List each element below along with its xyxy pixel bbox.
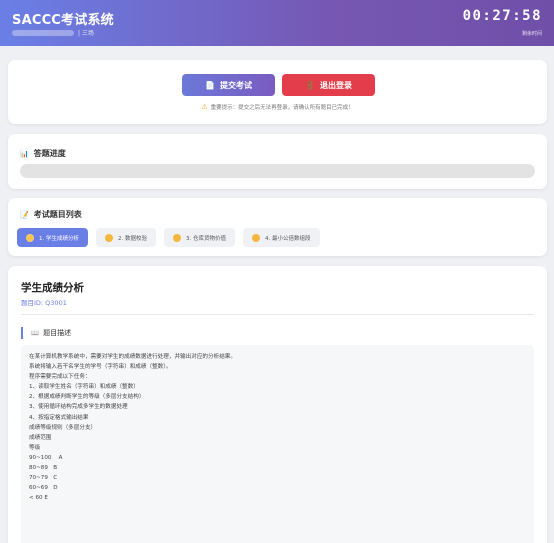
submit-exam-button[interactable]: 📄 提交考试 bbox=[182, 74, 275, 96]
question-tab-label: 4. 最小公倍数组段 bbox=[265, 235, 311, 242]
door-icon: 🚪 bbox=[305, 80, 315, 90]
status-dot-icon bbox=[252, 233, 260, 242]
description-line: 等级 bbox=[29, 444, 41, 451]
question-tab-label: 3. 仓库货物价值 bbox=[186, 235, 226, 242]
timer-label: 剩余时间 bbox=[521, 31, 542, 37]
question-title: 学生成绩分析 bbox=[21, 282, 84, 294]
user-info: | 三场 bbox=[12, 28, 94, 37]
status-dot-icon bbox=[105, 233, 113, 242]
warning-text: 重要提示：提交之后无法再登录，请确认所有题目已完成！ bbox=[210, 105, 354, 111]
description-line: 成绩等级规则（多层分支） bbox=[29, 424, 97, 431]
progress-card: 📊 答题进度 bbox=[8, 134, 547, 189]
description-heading-text: 题目描述 bbox=[43, 329, 72, 337]
description-line: 70~79 C bbox=[29, 475, 58, 482]
app-header: SACCC考试系统 | 三场 00:27:58 剩余时间 bbox=[0, 0, 554, 46]
description-line: 成绩范围 bbox=[29, 434, 52, 441]
logout-button[interactable]: 🚪 退出登录 bbox=[282, 74, 375, 96]
description-line: 2、根据成绩判断学生的等级（多层分支结构） bbox=[29, 394, 145, 401]
question-detail-card: 学生成绩分析 题目ID: Q3001 📖 题目描述 在某计算机教学系统中，需要对… bbox=[8, 266, 547, 543]
status-dot-icon bbox=[26, 233, 34, 242]
user-name-redacted bbox=[12, 29, 74, 36]
description-line: 3、使用循环结构完成多学生的数据处理 bbox=[29, 404, 128, 411]
description-line: 80~89 B bbox=[29, 465, 58, 472]
description-line: 系统将输入若干名学生的学号（字符串）和成绩（整数）。 bbox=[29, 364, 172, 371]
progress-title-text: 答题进度 bbox=[33, 149, 66, 158]
question-tab-label: 1. 学生成绩分析 bbox=[39, 235, 79, 242]
progress-title: 📊 答题进度 bbox=[20, 148, 66, 159]
question-tab-3[interactable]: 3. 仓库货物价值 bbox=[164, 228, 235, 247]
description-line: 90~100 A bbox=[29, 454, 63, 461]
question-list-card: 📝 考试题目列表 1. 学生成绩分析 2. 数据校验 3. 仓库货物价值 4. … bbox=[8, 198, 547, 256]
countdown-timer: 00:27:58 bbox=[462, 8, 542, 24]
submit-exam-label: 提交考试 bbox=[219, 80, 252, 90]
action-card: 📄 提交考试 🚪 退出登录 ⚠ 重要提示：提交之后无法再登录，请确认所有题目已完成… bbox=[8, 60, 547, 124]
app-title: SACCC考试系统 bbox=[12, 13, 114, 28]
description-line: < 60 E bbox=[29, 495, 48, 502]
description-body: 在某计算机教学系统中，需要对学生的成绩数据进行处理，并输出对应的分析结果。 系统… bbox=[21, 345, 534, 543]
description-line: 程序需要完成以下任务： bbox=[29, 374, 91, 381]
user-session-label: | 三场 bbox=[78, 30, 94, 37]
submit-warning: ⚠ 重要提示：提交之后无法再登录，请确认所有题目已完成！ bbox=[8, 103, 547, 111]
divider bbox=[21, 314, 534, 315]
question-tab-2[interactable]: 2. 数据校验 bbox=[96, 228, 156, 247]
status-dot-icon bbox=[173, 233, 181, 242]
progress-bar bbox=[20, 164, 535, 178]
question-id: 题目ID: Q3001 bbox=[21, 299, 67, 307]
document-icon: 📄 bbox=[205, 80, 215, 90]
question-list-title: 📝 考试题目列表 bbox=[20, 209, 82, 220]
question-list-title-text: 考试题目列表 bbox=[33, 210, 82, 219]
memo-icon: 📝 bbox=[20, 210, 29, 219]
question-tab-label: 2. 数据校验 bbox=[118, 235, 147, 242]
question-tab-4[interactable]: 4. 最小公倍数组段 bbox=[243, 228, 320, 247]
description-heading: 📖 题目描述 bbox=[21, 327, 71, 339]
description-line: 60~69 D bbox=[29, 485, 58, 492]
description-line: 1、读取学生姓名（字符串）和成绩（整数） bbox=[29, 384, 139, 391]
question-tabs: 1. 学生成绩分析 2. 数据校验 3. 仓库货物价值 4. 最小公倍数组段 bbox=[17, 228, 328, 247]
book-icon: 📖 bbox=[31, 329, 40, 337]
description-line: 4、按指定格式输出结果 bbox=[29, 414, 89, 421]
warning-icon: ⚠ bbox=[201, 103, 208, 111]
logout-label: 退出登录 bbox=[319, 80, 352, 90]
bar-chart-icon: 📊 bbox=[20, 149, 29, 158]
description-line: 在某计算机教学系统中，需要对学生的成绩数据进行处理，并输出对应的分析结果。 bbox=[29, 354, 236, 360]
question-tab-1[interactable]: 1. 学生成绩分析 bbox=[17, 228, 88, 247]
